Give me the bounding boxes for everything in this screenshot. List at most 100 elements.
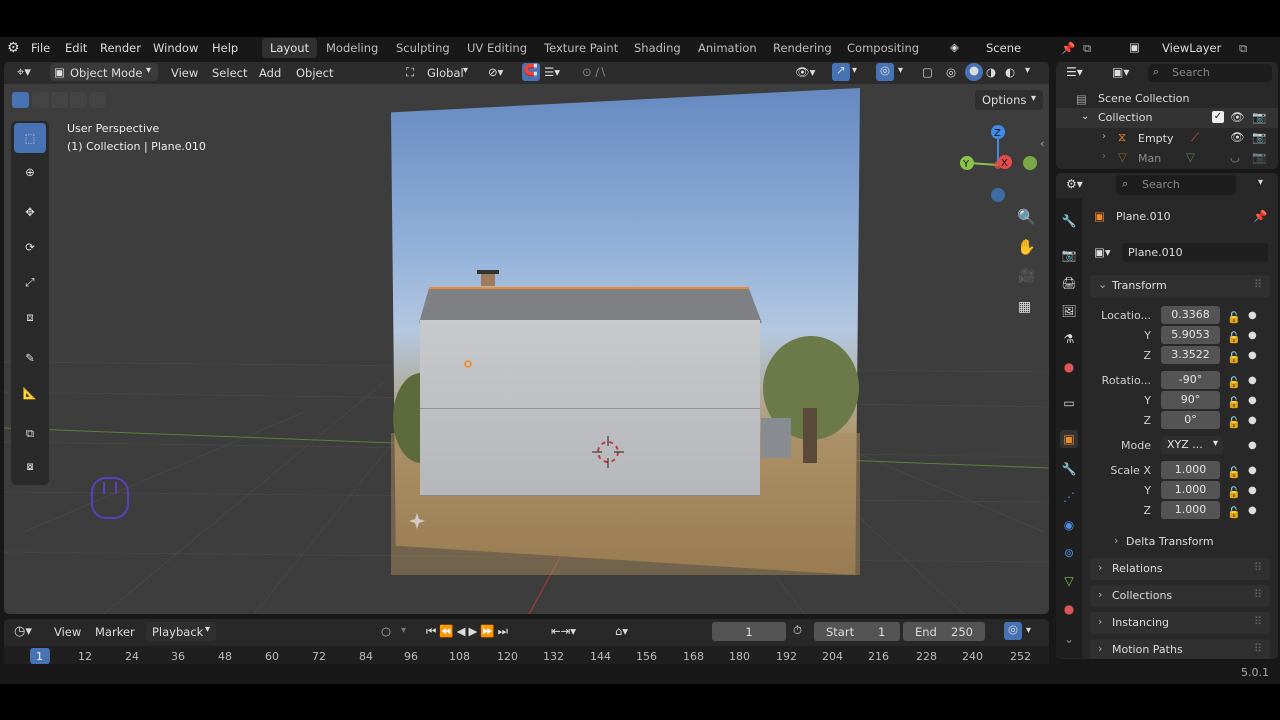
drag-handle-icon[interactable]: ⠿: [1254, 561, 1262, 574]
chevron-down-icon[interactable]: ⌄: [1081, 111, 1089, 122]
select-tool-icon[interactable]: ⬚: [14, 123, 46, 153]
select-box-icon[interactable]: [12, 92, 29, 108]
lock-icon[interactable]: 🔓: [1227, 393, 1241, 413]
lock-icon[interactable]: 🔓: [1227, 413, 1241, 433]
scale-tool-icon[interactable]: ⤢: [14, 267, 46, 297]
scene-name[interactable]: Scene: [986, 41, 1021, 55]
tab-shading[interactable]: Shading: [626, 38, 689, 58]
stopwatch-icon[interactable]: ⏱: [793, 623, 802, 638]
lock-icon[interactable]: 🔓: [1227, 503, 1241, 523]
instancing-panel[interactable]: › Instancing ⠿: [1090, 612, 1270, 634]
solid-shading-icon[interactable]: ●: [965, 63, 983, 81]
chevron-down-icon[interactable]: ▾: [1258, 177, 1263, 188]
drag-handle-icon[interactable]: ⠿: [1254, 642, 1262, 655]
tab-animation[interactable]: Animation: [690, 38, 765, 58]
outliner-editor-icon[interactable]: ☰▾: [1066, 65, 1083, 79]
cursor-tool-icon[interactable]: ⊕: [14, 157, 46, 187]
measure-tool-icon[interactable]: 📐: [14, 378, 46, 408]
drag-handle-icon[interactable]: ⠿: [1254, 278, 1262, 291]
checkbox-icon[interactable]: ✓: [1212, 111, 1224, 123]
editor-type-icon[interactable]: ⌖▾: [17, 65, 31, 80]
keyframe-dot-icon[interactable]: ●: [1248, 481, 1257, 501]
camera-view-icon[interactable]: 🎥: [1018, 268, 1035, 284]
end-frame-field[interactable]: End 250: [903, 622, 985, 641]
motion-paths-panel[interactable]: › Motion Paths ⠿: [1090, 639, 1270, 659]
outliner-row-collection[interactable]: ⌄ Collection ✓ 👁 📷: [1056, 108, 1278, 128]
select-extend-icon[interactable]: [32, 92, 49, 108]
lock-icon[interactable]: 🔓: [1227, 328, 1241, 348]
keyframe-dot-icon[interactable]: ●: [1248, 346, 1257, 366]
tab-uv-editing[interactable]: UV Editing: [459, 38, 535, 58]
house-roof[interactable]: [419, 287, 762, 323]
select-intersect-icon[interactable]: [89, 92, 106, 108]
select-subtract-icon[interactable]: [51, 92, 68, 108]
modifier-tab-icon[interactable]: 🔧: [1060, 460, 1078, 478]
material-tab-icon[interactable]: ●: [1060, 600, 1078, 618]
keyframe-dot-icon[interactable]: ●: [1248, 391, 1257, 411]
camera-icon[interactable]: 📷: [1252, 130, 1266, 144]
snap-icon[interactable]: 🧲: [522, 63, 540, 81]
new-scene-icon[interactable]: ⧉: [1083, 41, 1091, 56]
pivot-icon[interactable]: ⊘▾: [488, 65, 503, 79]
camera-icon[interactable]: 📷: [1252, 110, 1266, 124]
timeline-editor-icon[interactable]: ◷▾: [14, 624, 32, 639]
view-layer-icon[interactable]: ▣: [1129, 40, 1140, 54]
location-y-field[interactable]: 5.9053: [1161, 326, 1220, 344]
scene-collection-label[interactable]: Scene Collection: [1098, 92, 1189, 105]
timeline-view-menu[interactable]: View: [54, 625, 81, 639]
proportional-edit-icon[interactable]: ⊙ ∕∖: [582, 65, 607, 79]
lock-icon[interactable]: 🔓: [1227, 373, 1241, 393]
timeline-overlay-icon[interactable]: ◎: [1004, 622, 1022, 640]
current-frame-field[interactable]: 1: [712, 622, 786, 641]
outliner-search-input[interactable]: ⌕ Search: [1148, 64, 1272, 82]
chevron-down-icon[interactable]: ▾: [401, 625, 406, 636]
eye-icon[interactable]: 👁: [1230, 110, 1245, 124]
data-tab-icon[interactable]: ▽: [1060, 572, 1078, 590]
scale-y-field[interactable]: 1.000: [1161, 481, 1220, 499]
scene-tab-icon[interactable]: ⚗: [1060, 330, 1078, 348]
rendered-shading-icon[interactable]: ◐: [1005, 65, 1015, 79]
tab-compositing[interactable]: Compositing: [839, 38, 927, 58]
tab-sculpting[interactable]: Sculpting: [388, 38, 458, 58]
sidebar-toggle-icon[interactable]: ‹: [1040, 137, 1044, 150]
transform-tool-icon[interactable]: ⧈: [14, 302, 46, 332]
chevron-down-icon[interactable]: ▾: [898, 65, 903, 76]
menu-help[interactable]: Help: [212, 41, 238, 55]
scale-z-field[interactable]: 1.000: [1161, 501, 1220, 519]
menu-object[interactable]: Object: [296, 66, 333, 80]
render-tab-icon[interactable]: 📷: [1060, 246, 1078, 264]
visibility-icon[interactable]: 👁▾: [795, 65, 815, 79]
pan-hand-icon[interactable]: ✋: [1017, 238, 1036, 256]
scale-x-field[interactable]: 1.000: [1161, 461, 1220, 479]
lock-icon[interactable]: 🔓: [1227, 348, 1241, 368]
playback-controls[interactable]: ⏮⏪◀▶⏩⏭: [426, 624, 511, 639]
physics-tab-icon[interactable]: ◉: [1060, 516, 1078, 534]
chevron-down-icon[interactable]: ▾: [1026, 625, 1031, 636]
menu-select[interactable]: Select: [212, 66, 247, 80]
pin-icon[interactable]: 📌: [1061, 41, 1075, 55]
add-object-tool-icon[interactable]: ⧇: [14, 451, 46, 481]
view-layer-tab-icon[interactable]: 🖼: [1060, 302, 1078, 320]
start-frame-field[interactable]: Start 1: [814, 622, 900, 641]
transform-panel-header[interactable]: ⌄ Transform ⠿: [1090, 275, 1270, 297]
eye-closed-icon[interactable]: ◡: [1230, 150, 1240, 164]
menu-edit[interactable]: Edit: [65, 41, 87, 55]
select-invert-icon[interactable]: [70, 92, 87, 108]
perspective-grid-icon[interactable]: ▦: [1018, 299, 1031, 315]
chevron-down-icon[interactable]: ▾: [463, 65, 468, 76]
3d-cursor-icon[interactable]: [590, 434, 626, 470]
object-datablock-icon[interactable]: ▣▾: [1094, 245, 1111, 259]
particles-tab-icon[interactable]: ⋰: [1060, 488, 1078, 506]
orientation-dropdown[interactable]: Global: [427, 66, 464, 80]
rotation-mode-dropdown[interactable]: XYZ ... ▾: [1161, 436, 1223, 454]
keyframe-dot-icon[interactable]: ●: [1248, 461, 1257, 481]
properties-search-input[interactable]: ⌕ Search: [1116, 175, 1236, 195]
keyframe-dot-icon[interactable]: ●: [1248, 371, 1257, 391]
location-z-field[interactable]: 3.3522: [1161, 346, 1220, 364]
transform-orientation-icon[interactable]: ⛶: [406, 65, 414, 80]
mode-dropdown[interactable]: ▣ Object Mode ▾: [50, 63, 158, 81]
pin-icon[interactable]: 📌: [1253, 209, 1267, 223]
lock-icon[interactable]: 🔓: [1227, 308, 1241, 328]
light-icon[interactable]: [408, 512, 426, 530]
move-tool-icon[interactable]: ✥: [14, 197, 46, 227]
